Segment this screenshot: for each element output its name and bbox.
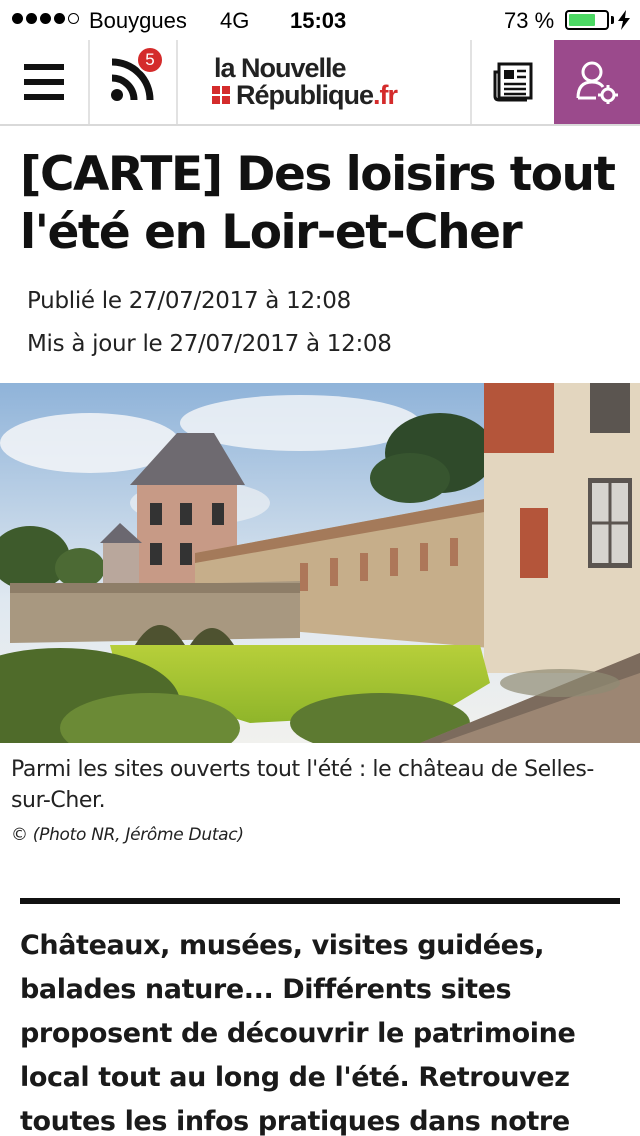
menu-button[interactable] [0,40,88,124]
site-header: 5 la Nouvelle République.fr [0,40,640,126]
image-credit: © (Photo NR, Jérôme Dutac) [11,825,244,845]
newspaper-icon [493,62,533,102]
article-photo[interactable] [0,383,640,743]
article-lead: Châteaux, musées, visites guidées, balad… [20,930,576,1136]
site-logo[interactable]: la Nouvelle République.fr [178,40,470,124]
logo-line2: République [236,80,374,110]
network-type: 4G [220,8,250,33]
published-date: Publié le 27/07/2017 à 12:08 [27,288,351,314]
user-settings-icon [576,61,618,104]
carrier-name: Bouygues [89,8,187,33]
logo-tld: .fr [373,80,398,110]
signal-strength-icon [12,13,79,24]
hamburger-menu-icon [24,64,64,100]
status-time: 15:03 [290,8,347,33]
battery-percentage: 73 % [504,8,555,33]
rss-feed-button[interactable]: 5 [90,40,176,124]
notification-badge: 5 [136,46,164,74]
battery-level [569,14,596,26]
battery-icon [565,10,609,30]
section-divider [20,898,620,904]
image-caption: Parmi les sites ouverts tout l'été : le … [11,757,594,813]
status-bar: Bouygues 4G 15:03 73 % [0,0,640,40]
account-button[interactable] [554,40,640,124]
chateau-photo-image [0,383,640,743]
charging-bolt-icon [618,10,630,30]
newspaper-button[interactable] [472,40,554,124]
updated-date: Mis à jour le 27/07/2017 à 12:08 [27,331,392,357]
article-title: [CARTE] Des loisirs tout l'été en Loir-e… [20,147,616,260]
